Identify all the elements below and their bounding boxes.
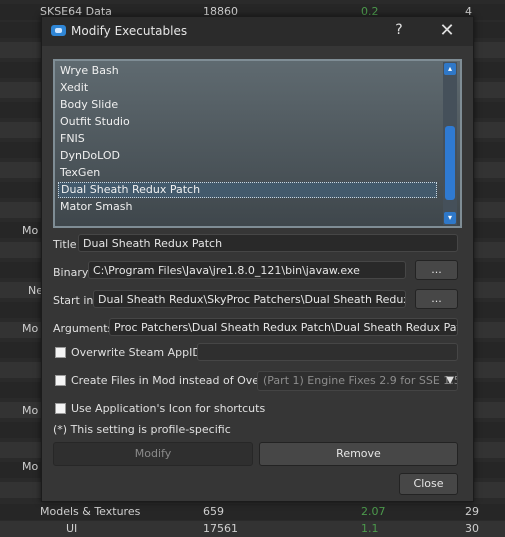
- dialog-titlebar[interactable]: Modify Executables ? ✕: [42, 17, 473, 46]
- list-item[interactable]: FNIS: [58, 131, 437, 147]
- start-in-label: Start in: [53, 294, 94, 307]
- remove-button[interactable]: Remove: [259, 442, 458, 466]
- modify-button[interactable]: Modify: [53, 442, 253, 466]
- start-in-browse-button[interactable]: ...: [415, 289, 458, 309]
- binary-field[interactable]: C:\Program Files\Java\jre1.8.0_121\bin\j…: [88, 261, 406, 279]
- list-item[interactable]: Outfit Studio: [58, 114, 437, 130]
- bg-mod-ratio: 2.07: [361, 505, 386, 518]
- start-in-field[interactable]: Dual Sheath Redux\SkyProc Patchers\Dual …: [93, 290, 406, 308]
- create-files-select-value: (Part 1) Engine Fixes 2.9 for SSE 1.5: [263, 374, 458, 387]
- list-scrollbar[interactable]: ▴ ▾: [443, 62, 457, 225]
- steam-appid-field[interactable]: [197, 343, 458, 361]
- arguments-label: Arguments: [53, 322, 114, 335]
- chevron-down-icon: ▼: [446, 375, 454, 386]
- app-icon-checkbox[interactable]: [55, 403, 66, 414]
- mo2-app-icon: [51, 25, 66, 36]
- arguments-field[interactable]: Proc Patchers\Dual Sheath Redux Patch\Du…: [109, 318, 458, 336]
- executables-list[interactable]: Wrye Bash Xedit Body Slide Outfit Studio FNI…: [53, 59, 462, 228]
- create-files-checkbox[interactable]: [55, 375, 66, 386]
- bg-mod-name-fragment: Mo: [22, 224, 39, 237]
- bg-mod-name: Models & Textures: [40, 505, 141, 518]
- dialog-title: Modify Executables: [71, 24, 188, 38]
- title-field[interactable]: Dual Sheath Redux Patch: [78, 234, 458, 252]
- close-button[interactable]: Close: [399, 473, 458, 495]
- create-files-label: Create Files in Mod instead of Overwr: [71, 374, 278, 387]
- list-item[interactable]: Wrye Bash: [58, 63, 437, 79]
- bg-mod-size: 17561: [203, 522, 238, 535]
- binary-label: Binary: [53, 266, 89, 279]
- bg-mod-row[interactable]: UI 17561 1.1 30: [0, 521, 505, 537]
- bg-mod-name-fragment: Mo: [22, 322, 39, 335]
- scroll-up-icon[interactable]: ▴: [444, 63, 456, 75]
- scrollbar-thumb[interactable]: [445, 126, 455, 200]
- bg-mod-priority: 30: [465, 522, 479, 535]
- create-files-mod-select[interactable]: (Part 1) Engine Fixes 2.9 for SSE 1.5 ▼: [257, 371, 458, 391]
- bg-mod-row[interactable]: Models & Textures 659 2.07 29: [0, 504, 505, 520]
- bg-mod-name: UI: [66, 522, 78, 535]
- bg-mod-size: 659: [203, 505, 224, 518]
- overwrite-appid-label: Overwrite Steam AppID: [71, 346, 201, 359]
- binary-browse-button[interactable]: ...: [415, 260, 458, 280]
- help-button[interactable]: ?: [391, 22, 407, 40]
- list-item[interactable]: Mator Smash: [58, 199, 437, 215]
- overwrite-appid-checkbox[interactable]: [55, 347, 66, 358]
- close-icon[interactable]: ✕: [436, 20, 458, 42]
- list-item[interactable]: Dual Sheath Redux Patch: [58, 182, 437, 198]
- bg-mod-priority: 29: [465, 505, 479, 518]
- modify-executables-dialog: Modify Executables ? ✕ Wrye Bash Xedit Bod…: [41, 16, 474, 502]
- list-item[interactable]: TexGen: [58, 165, 437, 181]
- bg-mod-ratio: 1.1: [361, 522, 379, 535]
- list-item[interactable]: Body Slide: [58, 97, 437, 113]
- list-item[interactable]: DynDoLOD: [58, 148, 437, 164]
- profile-specific-note: (*) This setting is profile-specific: [53, 423, 231, 436]
- scroll-down-icon[interactable]: ▾: [444, 212, 456, 224]
- bg-mod-name-fragment: Mo: [22, 404, 39, 417]
- bg-mod-name-fragment: Mo: [22, 460, 39, 473]
- title-label: Title: [53, 238, 77, 251]
- list-item[interactable]: Xedit: [58, 80, 437, 96]
- app-icon-label: Use Application's Icon for shortcuts: [71, 402, 266, 415]
